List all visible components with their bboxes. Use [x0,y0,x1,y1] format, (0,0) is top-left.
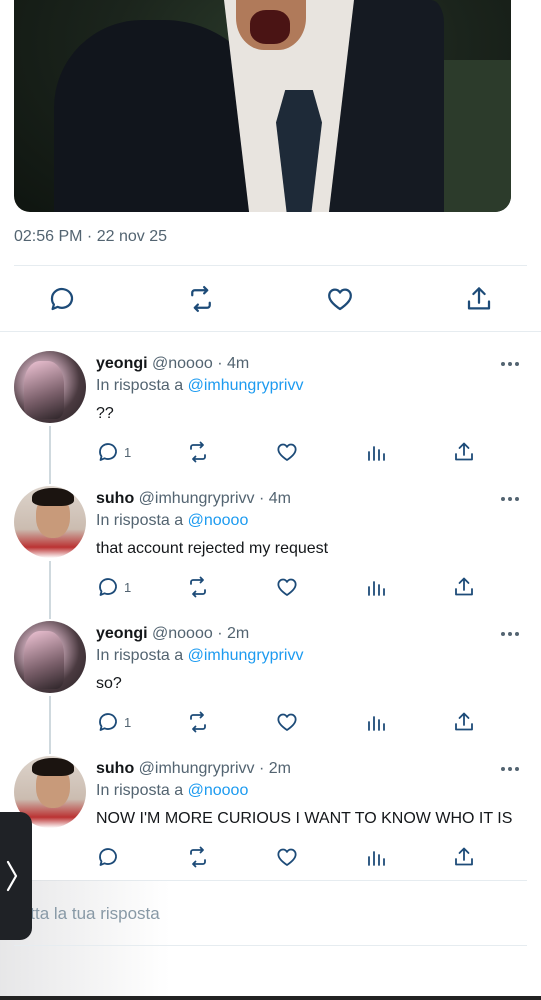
tweet-header: yeongi @noooo · 4m [96,355,249,373]
reply-tweet[interactable]: yeongi @noooo · 2m In risposta a @imhung… [0,620,541,755]
more-icon[interactable] [501,765,521,773]
handle-time: @noooo · 4m [152,355,250,372]
divider [14,265,527,266]
reply-to-link[interactable]: @noooo [188,782,249,799]
reply-tweet[interactable]: yeongi @noooo · 4m In risposta a @imhung… [0,350,541,485]
tweet-text: so? [96,675,122,692]
tweet-actions: 1 [0,575,541,601]
media-background [444,60,511,212]
side-drawer-tab[interactable] [0,812,32,940]
tweet-text: that account rejected my request [96,540,329,557]
comment-icon[interactable] [47,284,77,314]
tweet-actions: 1 [0,440,541,466]
display-name[interactable]: suho [96,490,134,507]
reply-count: 1 [124,715,132,730]
divider [14,945,527,946]
tweet-actions: 1 [0,710,541,736]
reply-tweet[interactable]: suho @imhungryprivv · 2m In risposta a @… [0,755,541,890]
share-icon[interactable] [452,710,476,734]
stats-icon[interactable] [364,575,388,599]
post-action-bar [0,280,541,316]
reply-to-link[interactable]: @imhungryprivv [188,377,304,394]
retweet-icon[interactable] [186,575,210,599]
retweet-icon[interactable] [186,710,210,734]
avatar[interactable] [14,351,86,423]
heart-icon[interactable] [275,710,299,734]
reply-prefix: In risposta a [96,782,184,799]
reply-prefix: In risposta a [96,647,184,664]
reply-tweet[interactable]: suho @imhungryprivv · 4m In risposta a @… [0,485,541,620]
share-icon[interactable] [452,845,476,869]
more-icon[interactable] [501,495,521,503]
share-icon[interactable] [452,575,476,599]
tweet-header: suho @imhungryprivv · 4m [96,490,291,508]
retweet-icon[interactable] [186,845,210,869]
divider [0,331,541,332]
reply-prefix: In risposta a [96,377,184,394]
comment-icon[interactable] [96,710,120,734]
more-icon[interactable] [501,360,521,368]
tweet-header: suho @imhungryprivv · 2m [96,760,291,778]
display-name[interactable]: yeongi [96,625,148,642]
reply-to-link[interactable]: @imhungryprivv [188,647,304,664]
retweet-icon[interactable] [186,284,216,314]
tweet-header: yeongi @noooo · 2m [96,625,249,643]
stats-icon[interactable] [364,845,388,869]
reply-context: In risposta a @noooo [96,512,248,530]
reply-count: 1 [124,445,132,460]
heart-icon[interactable] [275,440,299,464]
reply-context: In risposta a @noooo [96,782,248,800]
tweet-text: NOW I'M MORE CURIOUS I WANT TO KNOW WHO … [96,810,513,827]
handle-time: @imhungryprivv · 4m [138,490,291,507]
reply-count: 1 [124,580,132,595]
media-mouth [250,10,290,44]
stats-icon[interactable] [364,710,388,734]
heart-icon[interactable] [275,845,299,869]
display-name[interactable]: suho [96,760,134,777]
stats-icon[interactable] [364,440,388,464]
reply-input[interactable]: vitta la tua risposta [18,904,160,924]
heart-icon[interactable] [275,575,299,599]
heart-icon[interactable] [325,284,355,314]
reply-context: In risposta a @imhungryprivv [96,377,303,395]
retweet-icon[interactable] [186,440,210,464]
comment-icon[interactable] [96,440,120,464]
share-icon[interactable] [452,440,476,464]
more-icon[interactable] [501,630,521,638]
comment-icon[interactable] [96,575,120,599]
post-timestamp[interactable]: 02:56 PM · 22 nov 25 [14,228,167,246]
comment-icon[interactable] [96,845,120,869]
reply-prefix: In risposta a [96,512,184,529]
tweet-media-image[interactable] [14,0,511,212]
avatar[interactable] [14,486,86,558]
chevron-right-icon [6,860,18,892]
tweet-text: ?? [96,405,114,422]
handle-time: @imhungryprivv · 2m [138,760,291,777]
reply-context: In risposta a @imhungryprivv [96,647,303,665]
tweet-actions [0,845,541,871]
reply-to-link[interactable]: @noooo [188,512,249,529]
handle-time: @noooo · 2m [152,625,250,642]
bottom-edge [0,996,541,1000]
avatar[interactable] [14,621,86,693]
share-icon[interactable] [464,284,494,314]
display-name[interactable]: yeongi [96,355,148,372]
